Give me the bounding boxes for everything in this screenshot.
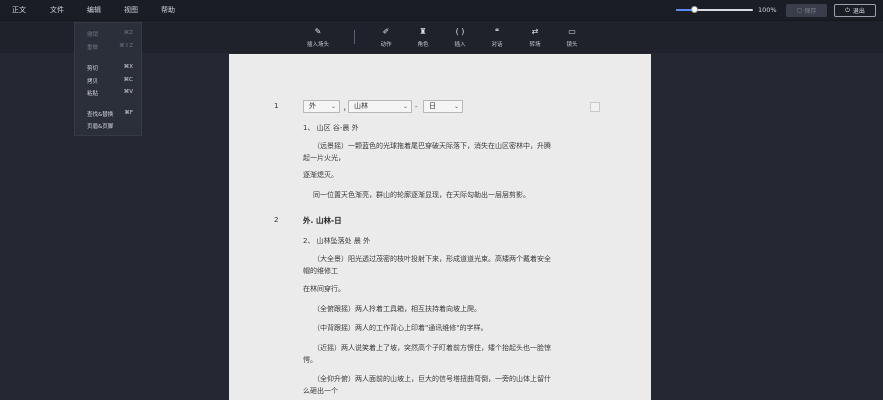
insert-scene-button[interactable]: ✎ 插入场头 <box>298 26 338 48</box>
action-button[interactable]: ✐ 动作 <box>366 26 406 48</box>
script-line: （全俯跟摇）两人拎着工具箱，相互扶持着向坡上爬。 <box>313 305 481 313</box>
toolbar-divider <box>354 30 355 44</box>
dialogue-label: 对话 <box>491 42 503 48</box>
exit-label: 退出 <box>852 8 865 15</box>
location-value: 山林 <box>354 102 368 110</box>
menu-item-label: 页眉&页脚 <box>87 124 114 130</box>
dialogue-button[interactable]: ❝ 对话 <box>477 26 517 48</box>
script-line: （远景摇）一颗蓝色的光球拖着尾巴穿破天际落下，消失在山区密林中，升腾 <box>313 142 551 150</box>
time-value: 日 <box>429 102 436 110</box>
script-line: 逐渐熄灭。 <box>303 171 338 179</box>
save-label: 保存 <box>804 8 817 15</box>
separator-dash: - <box>415 103 418 111</box>
menu-item-paste[interactable]: 粘贴 ⌘V <box>87 89 133 98</box>
quote-icon: ❝ <box>494 27 500 36</box>
camera-icon: ▭ <box>568 27 576 36</box>
menu-body[interactable]: 正文 <box>12 5 26 15</box>
scene-heading: 外. 山林-日 <box>303 216 342 225</box>
menu-item-copy[interactable]: 拷贝 ⌘C <box>87 77 133 86</box>
parentheses-icon: ( ) <box>455 27 465 36</box>
zoom-level: 100% <box>758 6 777 14</box>
menu-item-find-replace[interactable]: 查找&替换 ⌘F <box>87 110 133 119</box>
shot-button[interactable]: ▭ 镜头 <box>552 26 592 48</box>
menu-item-shortcut: ⌘V <box>123 89 133 95</box>
script-line: 在林间穿行。 <box>303 285 345 293</box>
chevron-down-icon: ⌄ <box>402 103 408 110</box>
int-ext-value: 外 <box>309 102 316 110</box>
script-line: （大全景）阳光透过茂密的枝叶投射下来，形成道道光束。高矮两个戴着安全 <box>313 255 551 263</box>
menu-view[interactable]: 视图 <box>124 5 138 15</box>
scene-heading-icon: ✎ <box>314 27 322 36</box>
script-line: （中背跟摇）两人的工作背心上印着"通讯维修"的字样。 <box>313 324 488 332</box>
menu-item-undo[interactable]: 撤销 ⌘Z <box>87 30 133 39</box>
menu-item-shortcut: ⌘X <box>123 64 133 70</box>
menu-item-label: 重做 <box>87 45 99 51</box>
action-label: 动作 <box>380 42 392 48</box>
menu-item-label: 粘贴 <box>87 91 99 97</box>
shot-label: 镜头 <box>566 42 578 48</box>
menu-item-shortcut: ⌘C <box>123 77 133 83</box>
edit-menu-dropdown: 撤销 ⌘Z 重做 ⌘⇧Z 剪切 ⌘X 拷贝 ⌘C 粘贴 ⌘V 查找&替换 ⌘F … <box>74 22 142 136</box>
exit-button[interactable]: ⏻ 退出 <box>834 4 876 17</box>
menu-item-shortcut: ⌘F <box>124 110 133 116</box>
scene-slug: 1、 山区 谷-晨 外 <box>303 124 359 132</box>
script-line: 帽的维修工 <box>303 267 338 275</box>
transition-button[interactable]: ⇄ 转场 <box>515 26 555 48</box>
action-icon: ✐ <box>382 27 390 36</box>
menu-file[interactable]: 文件 <box>50 5 64 15</box>
menu-item-shortcut: ⌘Z <box>123 30 133 36</box>
location-select[interactable]: 山林 ⌄ <box>348 100 412 113</box>
insert-button[interactable]: ( ) 插入 <box>440 26 480 48</box>
menu-item-header-footer[interactable]: 页眉&页脚 <box>87 122 133 131</box>
script-page[interactable]: 1 外 ⌄ ， 山林 ⌄ - 日 ⌄ 1、 山区 谷-晨 外 （远景摇）一颗蓝色… <box>229 54 651 400</box>
menu-edit[interactable]: 编辑 <box>87 5 101 15</box>
menu-item-cut[interactable]: 剪切 ⌘X <box>87 64 133 73</box>
script-line: （近摇）两人说笑着上了坡，突然高个子盯着前方愣住，矮个抬起头也一脸惊 <box>313 344 551 352</box>
menu-help[interactable]: 帮助 <box>161 5 175 15</box>
menu-item-label: 拷贝 <box>87 79 99 85</box>
insert-scene-label: 插入场头 <box>306 42 329 48</box>
time-select[interactable]: 日 ⌄ <box>423 100 463 113</box>
zoom-slider-knob[interactable] <box>691 6 699 13</box>
chevron-down-icon: ⌄ <box>330 103 336 110</box>
menu-bar: 正文 文件 编辑 视图 帮助 100% ▢ 保存 ⏻ 退出 <box>0 0 883 21</box>
zoom-slider[interactable] <box>676 6 753 13</box>
swap-arrows-icon: ⇄ <box>531 27 539 36</box>
script-line: 么砸出一个 <box>303 387 338 395</box>
save-button[interactable]: ▢ 保存 <box>786 4 827 17</box>
scene-slug: 2、 山林坠落处 晨 外 <box>303 237 371 245</box>
scene-options-button[interactable] <box>590 102 600 112</box>
transition-label: 转场 <box>529 42 541 48</box>
menu-item-label: 撤销 <box>87 32 99 38</box>
scene-number: 1 <box>274 102 279 110</box>
menu-item-shortcut: ⌘⇧Z <box>119 43 133 49</box>
int-ext-select[interactable]: 外 ⌄ <box>303 100 340 113</box>
script-line: 起一片火光， <box>303 154 345 162</box>
menu-item-label: 查找&替换 <box>87 112 114 118</box>
power-icon: ⏻ <box>845 6 850 14</box>
script-line: 同一位置天色渐亮，群山的轮廓逐渐显现，在天际勾勒出一层层剪影。 <box>313 191 530 199</box>
scene-number: 2 <box>274 216 279 224</box>
script-line: （全仰升俯）两人面前的山坡上，巨大的信号塔扭曲弯倒，一旁的山体上留什 <box>313 375 551 383</box>
character-label: 角色 <box>417 42 429 48</box>
insert-label: 插入 <box>454 42 466 48</box>
menu-item-redo[interactable]: 重做 ⌘⇧Z <box>87 43 133 52</box>
script-line: 愕。 <box>303 356 317 364</box>
character-icon: ♜ <box>419 27 427 36</box>
character-button[interactable]: ♜ 角色 <box>403 26 443 48</box>
save-icon: ▢ <box>796 7 803 14</box>
menu-item-label: 剪切 <box>87 66 99 72</box>
chevron-down-icon: ⌄ <box>453 103 459 110</box>
